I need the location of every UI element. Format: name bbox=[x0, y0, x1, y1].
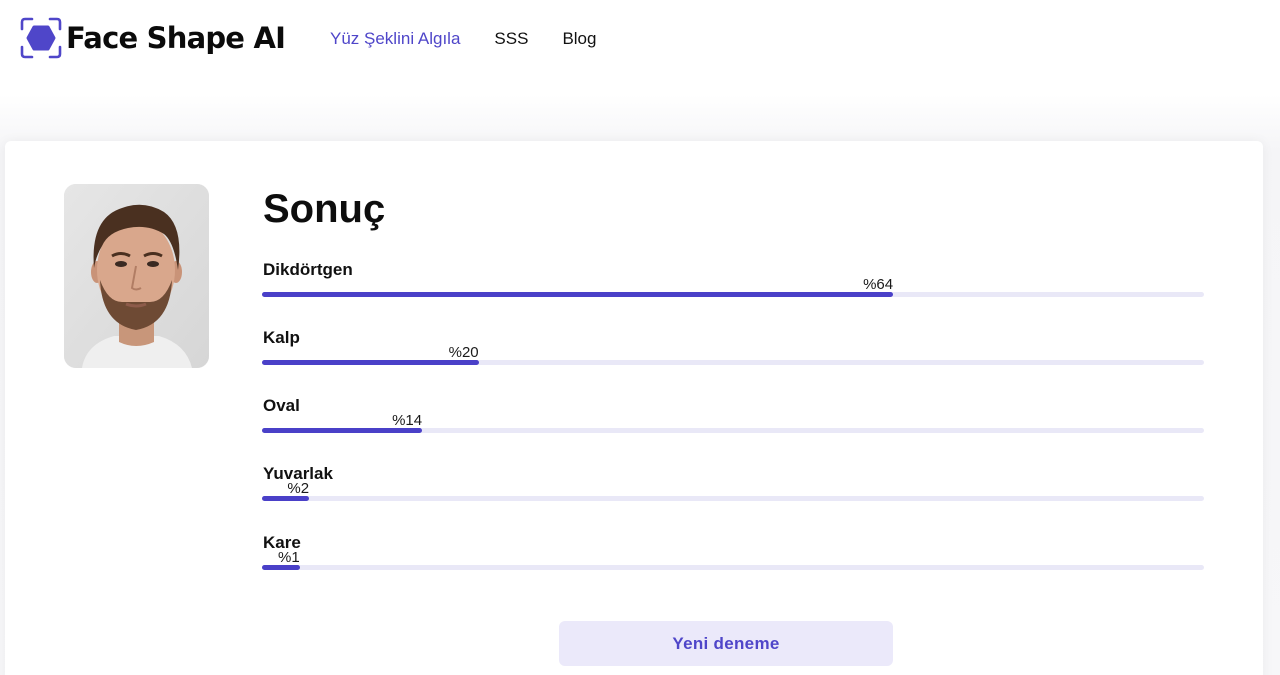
progress-track bbox=[262, 428, 1204, 433]
result-row-square: Kare %1 bbox=[262, 533, 1204, 583]
progress-track bbox=[262, 565, 1204, 570]
progress-track bbox=[262, 360, 1204, 365]
result-title: Sonuç bbox=[263, 187, 386, 231]
brand-link[interactable]: Face Shape AI bbox=[19, 16, 286, 60]
percent-label: %1 bbox=[277, 549, 300, 566]
result-row-oval: Oval %14 bbox=[262, 396, 1204, 446]
user-photo bbox=[64, 184, 209, 368]
progress-fill bbox=[262, 360, 479, 365]
progress-fill bbox=[262, 428, 423, 433]
result-card: Sonuç Dikdörtgen %64 Kalp %20 Oval %14 Y… bbox=[5, 141, 1263, 675]
retry-button[interactable]: Yeni deneme bbox=[559, 621, 893, 666]
brand-name: Face Shape AI bbox=[66, 21, 286, 55]
shape-label: Oval bbox=[263, 396, 300, 415]
percent-label: %20 bbox=[448, 344, 479, 361]
portrait-image bbox=[64, 184, 209, 368]
percent-label: %14 bbox=[392, 412, 423, 429]
result-row-rectangle: Dikdörtgen %64 bbox=[262, 260, 1204, 310]
face-scan-icon bbox=[20, 17, 62, 59]
page: Face Shape AI Yüz Şeklini Algıla SSS Blo… bbox=[0, 0, 1280, 675]
percent-label: %64 bbox=[863, 276, 894, 293]
nav-blog[interactable]: Blog bbox=[562, 29, 596, 49]
site-header: Face Shape AI Yüz Şeklini Algıla SSS Blo… bbox=[0, 0, 1280, 78]
percent-label: %2 bbox=[287, 480, 310, 497]
nav-faq[interactable]: SSS bbox=[494, 29, 528, 49]
nav-detect-face-shape[interactable]: Yüz Şeklini Algıla bbox=[330, 29, 460, 49]
progress-fill bbox=[262, 496, 310, 501]
progress-fill bbox=[262, 565, 300, 570]
result-row-heart: Kalp %20 bbox=[262, 328, 1204, 378]
main-nav: Yüz Şeklini Algıla SSS Blog bbox=[330, 29, 630, 49]
shape-label: Dikdörtgen bbox=[263, 260, 353, 279]
shape-label: Kalp bbox=[263, 328, 300, 347]
progress-fill bbox=[262, 292, 894, 297]
progress-track bbox=[262, 292, 1204, 297]
progress-track bbox=[262, 496, 1204, 501]
result-row-round: Yuvarlak %2 bbox=[262, 464, 1204, 514]
